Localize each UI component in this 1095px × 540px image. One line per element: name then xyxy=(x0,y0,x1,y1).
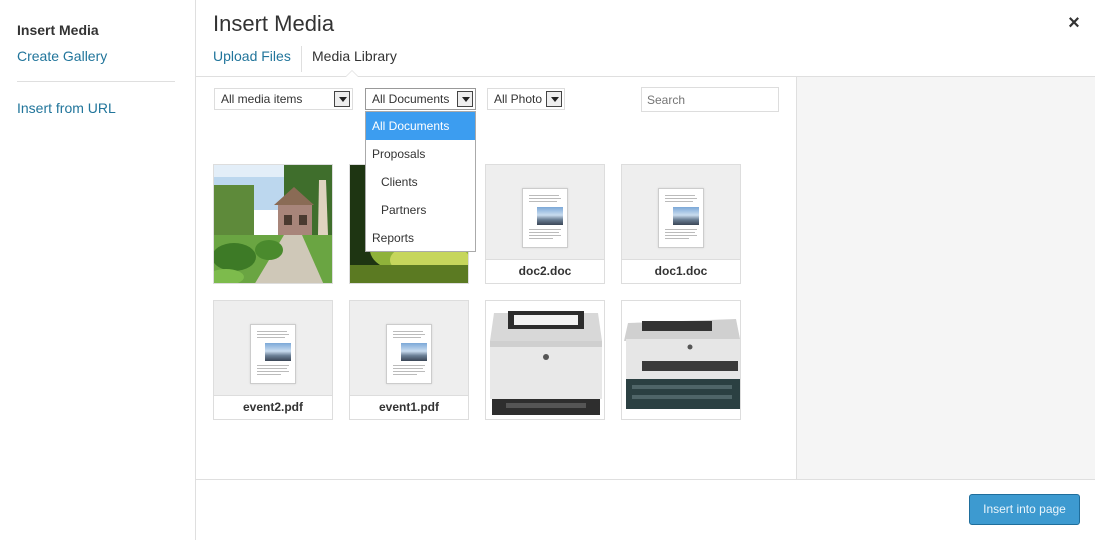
attachment-event1[interactable]: event1.pdf xyxy=(349,300,469,420)
menu-item-create-gallery[interactable]: Create Gallery xyxy=(17,48,107,64)
insert-into-page-button[interactable]: Insert into page xyxy=(969,494,1080,525)
attachment-photo-garden[interactable] xyxy=(213,164,333,284)
attachment-doc2[interactable]: doc2.doc xyxy=(485,164,605,284)
category-filter-value: All Documents xyxy=(372,92,450,106)
menu-item-insert-media[interactable]: Insert Media xyxy=(17,22,99,38)
photo-filter[interactable]: All Photo xyxy=(487,88,565,110)
dropdown-option-proposals[interactable]: Proposals xyxy=(366,140,475,168)
close-icon[interactable]: × xyxy=(1063,12,1085,34)
attachment-doc1[interactable]: doc1.doc xyxy=(621,164,741,284)
document-icon xyxy=(386,324,432,384)
garden-photo-thumbnail xyxy=(214,165,332,283)
dropdown-option-reports[interactable]: Reports xyxy=(366,224,475,252)
active-tab-arrow-fill xyxy=(346,71,358,77)
chevron-down-icon xyxy=(334,91,350,107)
attachment-filename: doc1.doc xyxy=(622,259,740,283)
media-type-filter-value: All media items xyxy=(221,92,303,106)
attachment-photo-printer-1[interactable] xyxy=(485,300,605,420)
attachment-filename: doc2.doc xyxy=(486,259,604,283)
photo-filter-value: All Photo xyxy=(494,92,543,106)
modal-toolbar xyxy=(196,479,1095,540)
menu-separator xyxy=(17,81,175,82)
document-icon xyxy=(522,188,568,248)
dropdown-option-partners[interactable]: Partners xyxy=(366,196,475,224)
category-filter[interactable]: All Documents xyxy=(365,88,476,110)
attachment-photo-printer-2[interactable] xyxy=(621,300,741,420)
modal-title: Insert Media xyxy=(213,11,335,36)
menu-item-insert-from-url[interactable]: Insert from URL xyxy=(17,100,116,116)
chevron-down-icon xyxy=(457,91,473,107)
tab-media-library[interactable]: Media Library xyxy=(312,48,397,64)
document-icon xyxy=(250,324,296,384)
tab-upload-files[interactable]: Upload Files xyxy=(213,48,291,64)
category-dropdown-list: All Documents Proposals Clients Partners… xyxy=(365,111,476,252)
attachment-event2[interactable]: event2.pdf xyxy=(213,300,333,420)
media-type-filter[interactable]: All media items xyxy=(214,88,353,110)
dropdown-option-clients[interactable]: Clients xyxy=(366,168,475,196)
printer-photo-thumbnail xyxy=(490,311,602,415)
attachment-details-sidebar xyxy=(796,77,1095,479)
attachment-filename: event1.pdf xyxy=(350,395,468,419)
media-menu: Insert Media Create Gallery Insert from … xyxy=(0,0,196,540)
chevron-down-icon xyxy=(546,91,562,107)
printer-photo-thumbnail xyxy=(624,319,740,409)
dropdown-option-all-documents[interactable]: All Documents xyxy=(366,112,475,140)
tab-divider xyxy=(301,46,302,72)
search-input[interactable] xyxy=(641,87,779,112)
document-icon xyxy=(658,188,704,248)
attachment-filename: event2.pdf xyxy=(214,395,332,419)
